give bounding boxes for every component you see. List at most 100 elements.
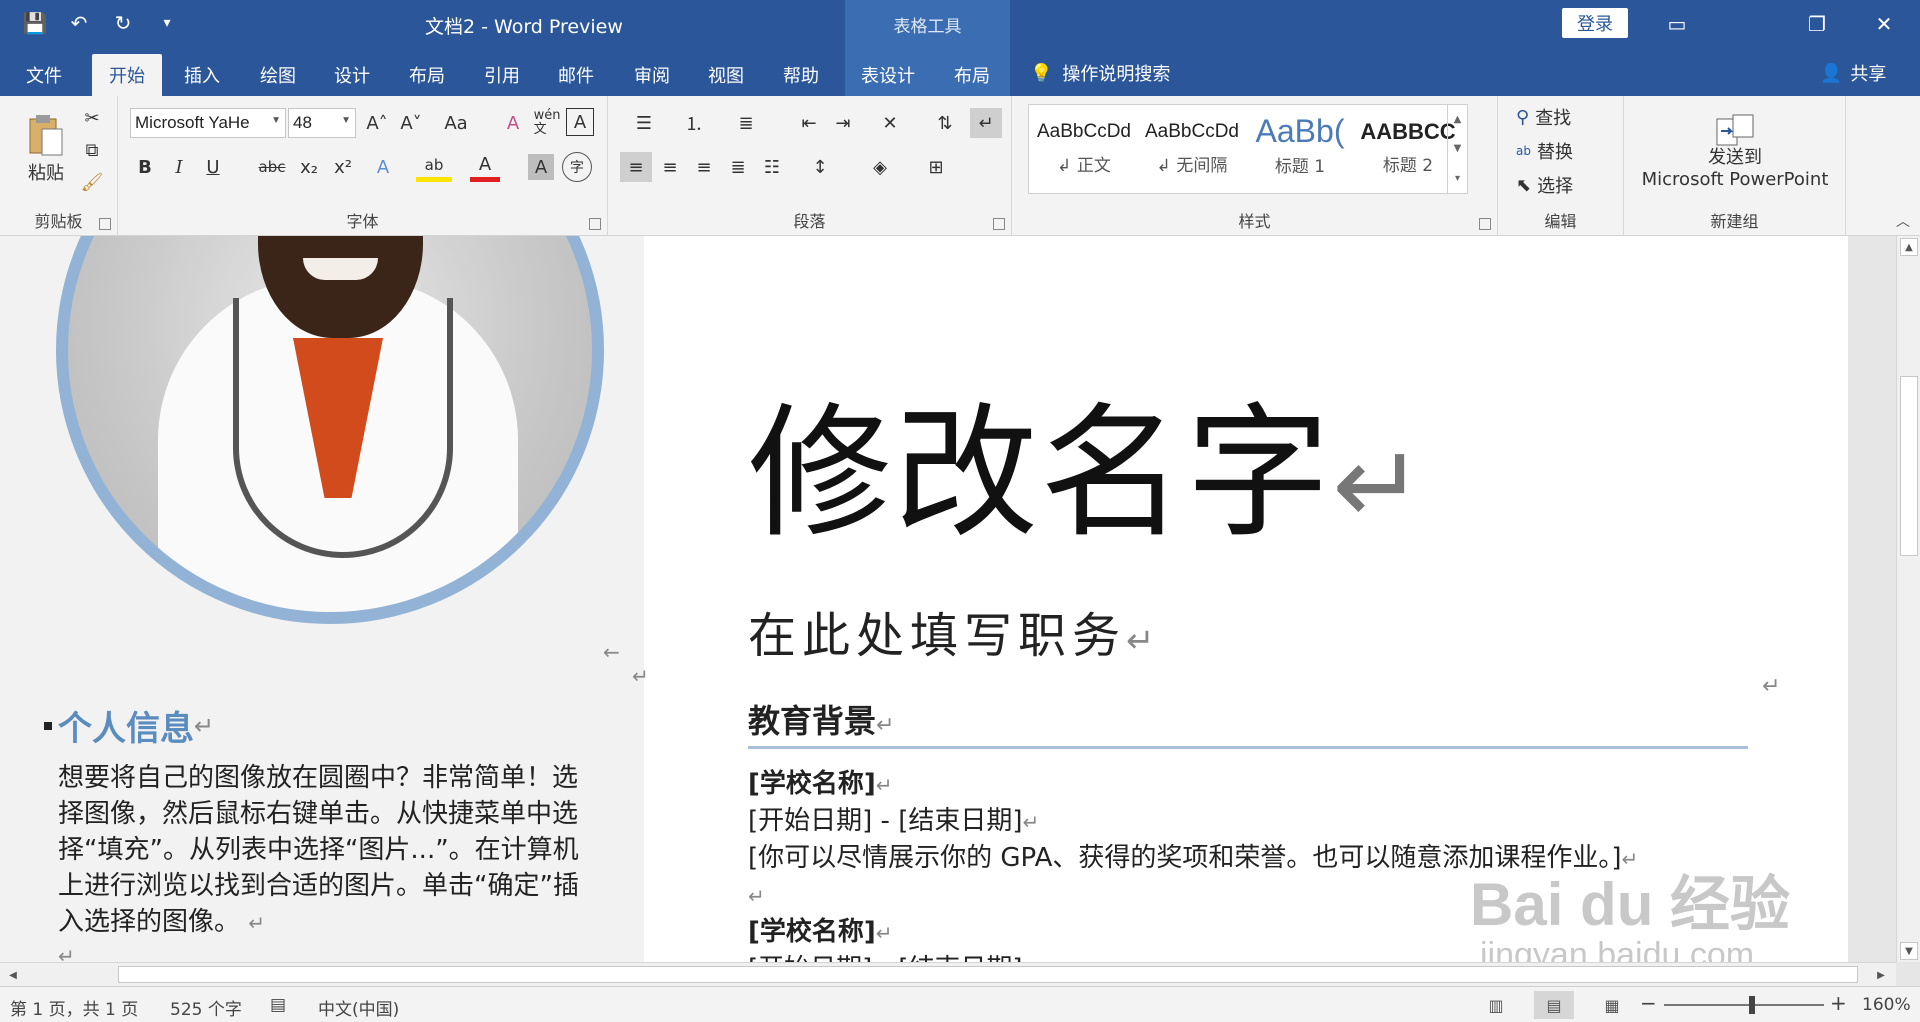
font-color-icon[interactable]: A bbox=[470, 152, 500, 182]
tell-me-search[interactable]: 💡 操作说明搜索 bbox=[1030, 58, 1170, 88]
send-to-powerpoint-button[interactable]: 发送到 Microsoft PowerPoint bbox=[1634, 104, 1836, 200]
underline-icon[interactable]: U bbox=[198, 152, 228, 182]
justify-icon[interactable]: ≣ bbox=[722, 152, 754, 182]
dates-line[interactable]: [开始日期] - [结束日期]↵ bbox=[748, 803, 1768, 840]
tab-layout[interactable]: 布局 bbox=[397, 54, 457, 96]
redo-icon[interactable]: ↻ bbox=[108, 8, 138, 38]
document-area[interactable]: ← ↵ 个人信息 ↵ 想要将自己的图像放在圆圈中？非常简单！选择图像，然后鼠标右… bbox=[0, 236, 1896, 962]
restore-icon[interactable]: ❐ bbox=[1790, 6, 1844, 42]
align-center-icon[interactable]: ≡ bbox=[654, 152, 686, 182]
resume-sidebar[interactable]: ← ↵ 个人信息 ↵ 想要将自己的图像放在圆圈中？非常简单！选择图像，然后鼠标右… bbox=[0, 236, 649, 962]
superscript-icon[interactable]: x² bbox=[328, 152, 358, 182]
distributed-icon[interactable]: ☷ bbox=[756, 152, 788, 182]
personal-info-heading[interactable]: 个人信息 ↵ bbox=[44, 701, 214, 750]
clipboard-launcher-icon[interactable] bbox=[99, 218, 111, 230]
word-count[interactable]: 525 个字 bbox=[170, 995, 242, 1020]
phonetic-guide-icon[interactable]: wén 文 bbox=[532, 106, 562, 140]
select-button[interactable]: ⬉ 选择 bbox=[1516, 170, 1616, 200]
share-button[interactable]: 👤 共享 bbox=[1820, 58, 1886, 88]
copy-icon[interactable]: ⧉ bbox=[78, 136, 106, 164]
document-page[interactable]: ← ↵ 个人信息 ↵ 想要将自己的图像放在圆圈中？非常简单！选择图像，然后鼠标右… bbox=[0, 236, 1848, 962]
style-normal[interactable]: AaBbCcDd ↲ 正文 bbox=[1031, 109, 1137, 189]
replace-button[interactable]: ab 替换 bbox=[1516, 136, 1616, 166]
scroll-left-icon[interactable]: ◀ bbox=[4, 966, 22, 984]
resume-name[interactable]: 修改名字↵ bbox=[748, 401, 1426, 545]
shading-icon[interactable]: ◈ bbox=[858, 152, 902, 182]
more-icon[interactable]: ▾ bbox=[1455, 173, 1460, 184]
font-size-combo[interactable]: 48 ▼ bbox=[288, 108, 356, 138]
tab-mailings[interactable]: 邮件 bbox=[546, 54, 606, 96]
zoom-in-icon[interactable]: + bbox=[1830, 991, 1847, 1015]
paste-button[interactable]: 粘贴 bbox=[16, 104, 76, 194]
font-name-combo[interactable]: Microsoft YaHe ▼ bbox=[130, 108, 286, 138]
school-name-line[interactable]: [学校名称]↵ bbox=[748, 766, 1768, 803]
vertical-scroll-thumb[interactable] bbox=[1900, 376, 1918, 556]
chinese-layout-icon[interactable]: ✕ bbox=[868, 108, 912, 138]
language[interactable]: 中文(中国) bbox=[318, 995, 399, 1020]
show-formatting-marks-icon[interactable]: ↵ bbox=[970, 108, 1002, 138]
zoom-slider[interactable] bbox=[1664, 1004, 1824, 1006]
horizontal-scrollbar[interactable]: ◀ ▶ bbox=[0, 962, 1896, 986]
horizontal-scroll-thumb[interactable] bbox=[118, 966, 1858, 983]
style-heading-2[interactable]: AABBCC 标题 2 bbox=[1355, 109, 1461, 189]
grow-font-icon[interactable]: A˄ bbox=[362, 108, 392, 138]
login-button[interactable]: 登录 bbox=[1562, 8, 1628, 38]
tab-home[interactable]: 开始 bbox=[92, 54, 162, 96]
zoom-slider-thumb[interactable] bbox=[1749, 996, 1755, 1014]
text-effects-icon[interactable]: A bbox=[368, 152, 398, 182]
undo-icon[interactable]: ↶ bbox=[64, 8, 94, 38]
paragraph-launcher-icon[interactable] bbox=[993, 218, 1005, 230]
highlight-icon[interactable]: ab bbox=[416, 152, 452, 182]
ribbon-display-icon[interactable]: ▭ bbox=[1650, 6, 1704, 42]
close-icon[interactable]: ✕ bbox=[1857, 6, 1911, 42]
tab-view[interactable]: 视图 bbox=[696, 54, 756, 96]
vertical-scrollbar[interactable]: ▲ ▼ bbox=[1896, 236, 1920, 962]
tab-table-layout[interactable]: 布局 bbox=[942, 54, 1002, 96]
numbering-icon[interactable]: ⒈ bbox=[672, 108, 716, 138]
scroll-right-icon[interactable]: ▶ bbox=[1872, 966, 1890, 984]
tab-help[interactable]: 帮助 bbox=[771, 54, 831, 96]
align-left-icon[interactable]: ≡ bbox=[620, 152, 652, 182]
styles-gallery-scroll[interactable]: ▲ ▼ ▾ bbox=[1447, 105, 1467, 193]
font-launcher-icon[interactable] bbox=[589, 218, 601, 230]
personal-info-text[interactable]: 想要将自己的图像放在圆圈中？非常简单！选择图像，然后鼠标右键单击。从快捷菜单中选… bbox=[58, 760, 598, 941]
borders-icon[interactable]: ⊞ bbox=[914, 152, 958, 182]
page-count[interactable]: 第 1 页，共 1 页 bbox=[10, 995, 138, 1020]
customize-qat-icon[interactable]: ▾ bbox=[152, 8, 182, 38]
italic-icon[interactable]: I bbox=[164, 152, 194, 182]
style-heading-1[interactable]: AaBb( 标题 1 bbox=[1247, 109, 1353, 189]
styles-launcher-icon[interactable] bbox=[1479, 218, 1491, 230]
read-mode-icon[interactable]: ▥ bbox=[1476, 991, 1516, 1019]
tab-file[interactable]: 文件 bbox=[16, 54, 72, 96]
subscript-icon[interactable]: x₂ bbox=[294, 152, 324, 182]
tab-review[interactable]: 审阅 bbox=[622, 54, 682, 96]
tab-table-design[interactable]: 表设计 bbox=[852, 54, 924, 96]
change-case-icon[interactable]: Aa bbox=[434, 108, 478, 138]
line-spacing-icon[interactable]: ↕ bbox=[798, 152, 842, 182]
resume-job-title[interactable]: 在此处填写职务↵ bbox=[748, 596, 1155, 666]
web-layout-icon[interactable]: ▦ bbox=[1592, 991, 1632, 1019]
shrink-font-icon[interactable]: A˅ bbox=[396, 108, 426, 138]
profile-photo[interactable] bbox=[56, 236, 604, 624]
scroll-down-icon[interactable]: ▼ bbox=[1900, 942, 1918, 960]
increase-indent-icon[interactable]: ⇥ bbox=[828, 108, 858, 138]
proofing-icon[interactable]: ▤ bbox=[270, 995, 286, 1015]
format-painter-icon[interactable]: 🖌 bbox=[78, 168, 106, 196]
save-icon[interactable]: 💾 bbox=[20, 8, 50, 38]
cut-icon[interactable]: ✂ bbox=[78, 104, 106, 132]
enclose-characters-icon[interactable]: 字 bbox=[562, 152, 592, 182]
print-layout-icon[interactable]: ▤ bbox=[1534, 991, 1574, 1019]
tab-insert[interactable]: 插入 bbox=[172, 54, 232, 96]
collapse-ribbon-icon[interactable]: ︿ bbox=[1896, 211, 1910, 231]
education-heading[interactable]: 教育背景↵ bbox=[748, 696, 894, 742]
decrease-indent-icon[interactable]: ⇤ bbox=[794, 108, 824, 138]
find-button[interactable]: ⚲ 查找 bbox=[1516, 102, 1616, 132]
tab-design[interactable]: 设计 bbox=[322, 54, 382, 96]
align-right-icon[interactable]: ≡ bbox=[688, 152, 720, 182]
chevron-up-icon[interactable]: ▲ bbox=[1454, 114, 1462, 125]
style-no-spacing[interactable]: AaBbCcDd ↲ 无间隔 bbox=[1139, 109, 1245, 189]
character-border-icon[interactable]: A bbox=[566, 108, 594, 136]
zoom-level[interactable]: 160% bbox=[1862, 995, 1911, 1015]
character-shading-icon[interactable]: A bbox=[528, 154, 554, 180]
strikethrough-icon[interactable]: abc bbox=[254, 152, 290, 182]
